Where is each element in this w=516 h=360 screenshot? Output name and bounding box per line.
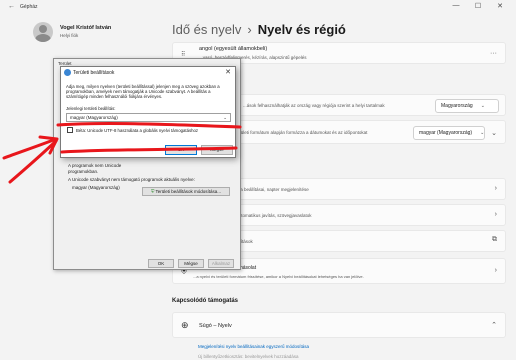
row-text: ...utomatikus javítás, szövegjavaslatok — [235, 213, 312, 218]
external-link-icon: ⧉ — [492, 236, 497, 243]
expand-icon[interactable]: ⌄ — [491, 129, 497, 137]
chevron-right-icon: › — [494, 211, 497, 218]
dialog-titlebar: Területi beállítások ✕ — [61, 67, 235, 79]
user-avatar[interactable] — [33, 22, 53, 42]
locale-select[interactable]: magyar (Magyarország) ⌄ — [66, 113, 231, 122]
help-link[interactable]: Új billentyűzetkiosztás: bevitelnyelvek … — [198, 354, 299, 359]
chevron-down-icon: ⌄ — [480, 103, 485, 109]
row-text: ...ra beállításai, napter megjelenítése — [235, 187, 309, 192]
region-settings-dialog: Területi beállítások ✕ Adja meg, milyen … — [60, 66, 236, 158]
annotation-arrow-shaft — [2, 137, 58, 160]
chevron-down-icon: ⌄ — [223, 115, 227, 120]
window-titlebar: ← Gépház — ☐ ✕ — [0, 0, 516, 16]
globe-icon — [64, 69, 71, 76]
language-title: angol (egyesült államokbeli) — [199, 46, 268, 52]
chevron-down-icon: ⌄ — [480, 130, 485, 136]
close-icon[interactable]: ✕ — [225, 68, 231, 76]
breadcrumb-parent[interactable]: Idő és nyelv — [172, 22, 241, 37]
legacy-text: A Unicode szabványt nem támogató program… — [68, 177, 195, 182]
breadcrumb-current: Nyelv és régió — [257, 22, 346, 37]
format-value: magyar (Magyarország) — [419, 130, 473, 136]
app-title: Gépház — [20, 4, 38, 10]
country-value: Magyarország — [441, 103, 473, 109]
locale-label: Jelenlegi területi beállítás: — [66, 106, 116, 111]
change-locale-button[interactable]: ⛨ Területi beállítások módosítása... — [142, 187, 230, 196]
beta-utf8-label[interactable]: Béta: Unicode UTF-8 használata a globáli… — [76, 128, 198, 133]
maximize-button[interactable]: ☐ — [470, 2, 486, 10]
help-link[interactable]: Megjelenítési nyelv beállításainak egysz… — [198, 344, 309, 349]
back-icon[interactable]: ← — [8, 3, 15, 10]
apply-button[interactable]: Alkalmaz — [208, 259, 234, 268]
admin-subtitle: ...a nyelvi és területi formátum frissít… — [193, 274, 364, 279]
format-select[interactable]: magyar (Magyarország) ⌄ — [413, 126, 485, 140]
related-support-title: Kapcsolódó támogatás — [172, 298, 239, 304]
legacy-current-locale: magyar (Magyarország) — [72, 185, 120, 190]
beta-utf8-checkbox[interactable] — [67, 127, 73, 133]
dialog-title: Területi beállítások — [73, 70, 115, 76]
chevron-right-icon: › — [494, 185, 497, 192]
legacy-text: A programok nem Unicode — [68, 163, 122, 168]
drag-handle-icon[interactable]: ⠿ — [181, 51, 185, 58]
user-name: Vogel Kristóf István — [60, 25, 112, 31]
minimize-button[interactable]: — — [448, 2, 464, 9]
chevron-right-icon: › — [494, 267, 497, 274]
locale-value: magyar (Magyarország) — [70, 115, 118, 120]
change-locale-label: Területi beállítások módosítása... — [155, 189, 222, 194]
country-description: ...ások felhasználhatják az ország vagy … — [243, 103, 385, 108]
help-card[interactable]: ⊕ Súgó – Nyelv ⌃ — [172, 312, 506, 338]
help-globe-icon: ⊕ — [181, 320, 189, 330]
chevron-up-icon[interactable]: ⌃ — [491, 321, 497, 329]
legacy-text: programokban. — [68, 169, 99, 174]
close-button[interactable]: ✕ — [492, 2, 508, 10]
breadcrumb-separator: › — [247, 22, 252, 37]
ok-button[interactable]: OK — [148, 259, 174, 268]
dialog-description: Adja meg, milyen nyelven (területi beáll… — [66, 84, 220, 100]
annotation-arrow-shaft — [8, 139, 58, 184]
ok-button[interactable]: OK — [165, 145, 197, 155]
country-select[interactable]: Magyarország ⌄ — [435, 99, 499, 113]
cancel-button[interactable]: Mégse — [201, 145, 233, 155]
breadcrumb: Idő és nyelv › Nyelv és régió — [172, 22, 346, 37]
user-account-type: Helyi fiók — [60, 33, 79, 38]
more-icon[interactable]: ··· — [490, 50, 497, 57]
format-description: ...a területi formátum alapján formázza … — [228, 130, 368, 135]
help-title: Súgó – Nyelv — [199, 323, 232, 329]
cancel-button[interactable]: Mégse — [178, 259, 204, 268]
